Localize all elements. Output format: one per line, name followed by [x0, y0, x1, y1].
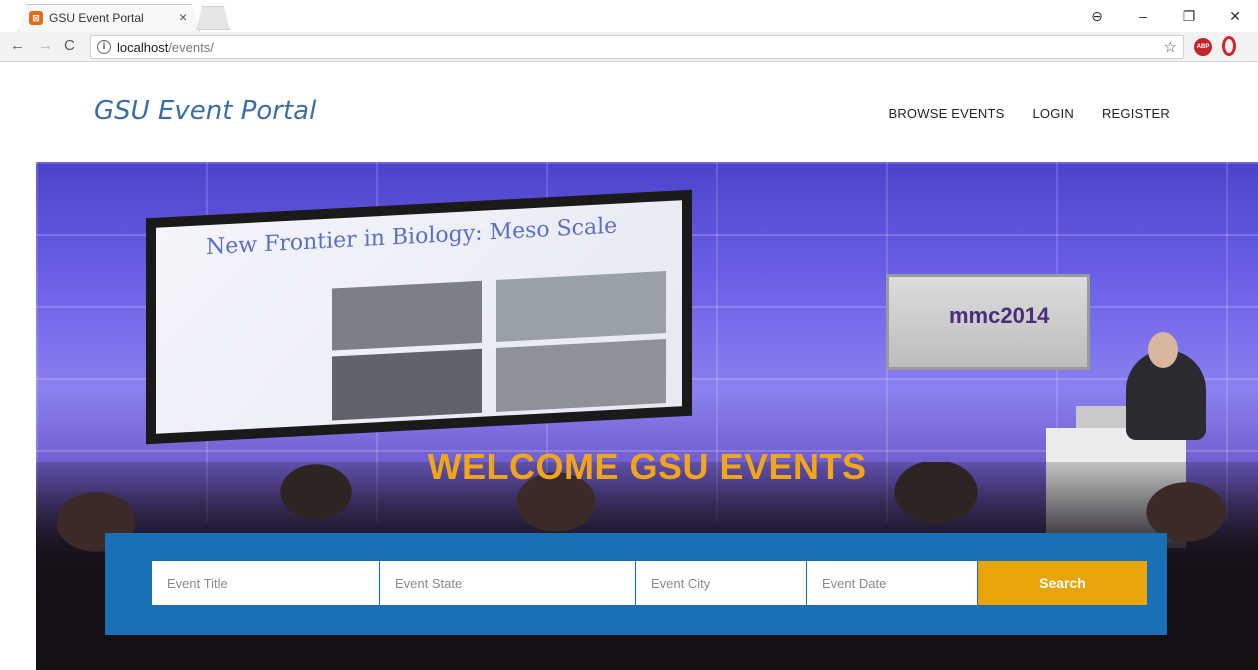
site-header: GSU Event Portal BROWSE EVENTS LOGIN REG… [0, 62, 1258, 162]
restore-icon[interactable]: ❐ [1166, 8, 1212, 25]
opera-extension-icon[interactable] [1222, 36, 1236, 56]
site-info-icon[interactable]: i [97, 40, 111, 54]
event-title-input[interactable] [152, 561, 379, 605]
bookmark-star-icon[interactable]: ☆ [1164, 38, 1177, 56]
reload-icon[interactable]: C [64, 37, 75, 54]
address-bar[interactable]: i localhost/events/ ☆ [90, 35, 1184, 59]
forward-arrow-icon[interactable]: → [38, 37, 53, 54]
window-controls: ⊖ – ❐ ✕ [1074, 0, 1258, 32]
slide-image [496, 339, 666, 412]
profile-icon[interactable]: ⊖ [1074, 8, 1120, 25]
slide-image [332, 280, 482, 351]
minimize-icon[interactable]: – [1120, 8, 1166, 24]
slide-image [332, 348, 482, 421]
site-brand-link[interactable]: GSU Event Portal [94, 96, 316, 126]
back-arrow-icon[interactable]: ← [10, 37, 25, 54]
nav-login[interactable]: LOGIN [1032, 106, 1073, 121]
url-path: /events/ [168, 40, 214, 55]
nav-register[interactable]: REGISTER [1102, 106, 1170, 121]
new-tab-button[interactable] [196, 6, 230, 30]
tab-title: GSU Event Portal [49, 11, 144, 25]
main-nav: BROWSE EVENTS LOGIN REGISTER [888, 106, 1170, 121]
search-button[interactable]: Search [978, 561, 1147, 605]
event-state-input[interactable] [380, 561, 635, 605]
event-date-input[interactable] [807, 561, 977, 605]
slide-title: New Frontier in Biology: Meso Scale [206, 213, 618, 261]
slide-image [496, 271, 666, 342]
site-favicon-icon: ⊠ [29, 11, 43, 25]
hero-title: WELCOME GSU EVENTS [427, 446, 867, 487]
presentation-screen: New Frontier in Biology: Meso Scale [146, 189, 692, 445]
tab-close-icon[interactable]: × [179, 9, 187, 25]
nav-browse-events[interactable]: BROWSE EVENTS [888, 106, 1004, 121]
poster-text: mmc2014 [949, 303, 1050, 328]
url-host: localhost [117, 40, 169, 55]
event-search-form: Search [105, 533, 1167, 635]
event-city-input[interactable] [636, 561, 806, 605]
presentation-slide: New Frontier in Biology: Meso Scale [156, 200, 682, 434]
browser-tabstrip: ⊠ GSU Event Portal × ⊖ – ❐ ✕ [0, 0, 1258, 32]
url-text: localhost/events/ [117, 40, 214, 55]
hero-banner: New Frontier in Biology: Meso Scale mmc2… [36, 162, 1258, 670]
window-close-icon[interactable]: ✕ [1212, 8, 1258, 25]
speaker-head [1148, 332, 1178, 368]
conference-poster: mmc2014 [886, 274, 1090, 370]
adblock-extension-icon[interactable]: ABP [1194, 38, 1212, 56]
browser-toolbar: ← → C i localhost/events/ ☆ ABP [0, 32, 1258, 62]
browser-tab[interactable]: ⊠ GSU Event Portal × [18, 4, 200, 32]
